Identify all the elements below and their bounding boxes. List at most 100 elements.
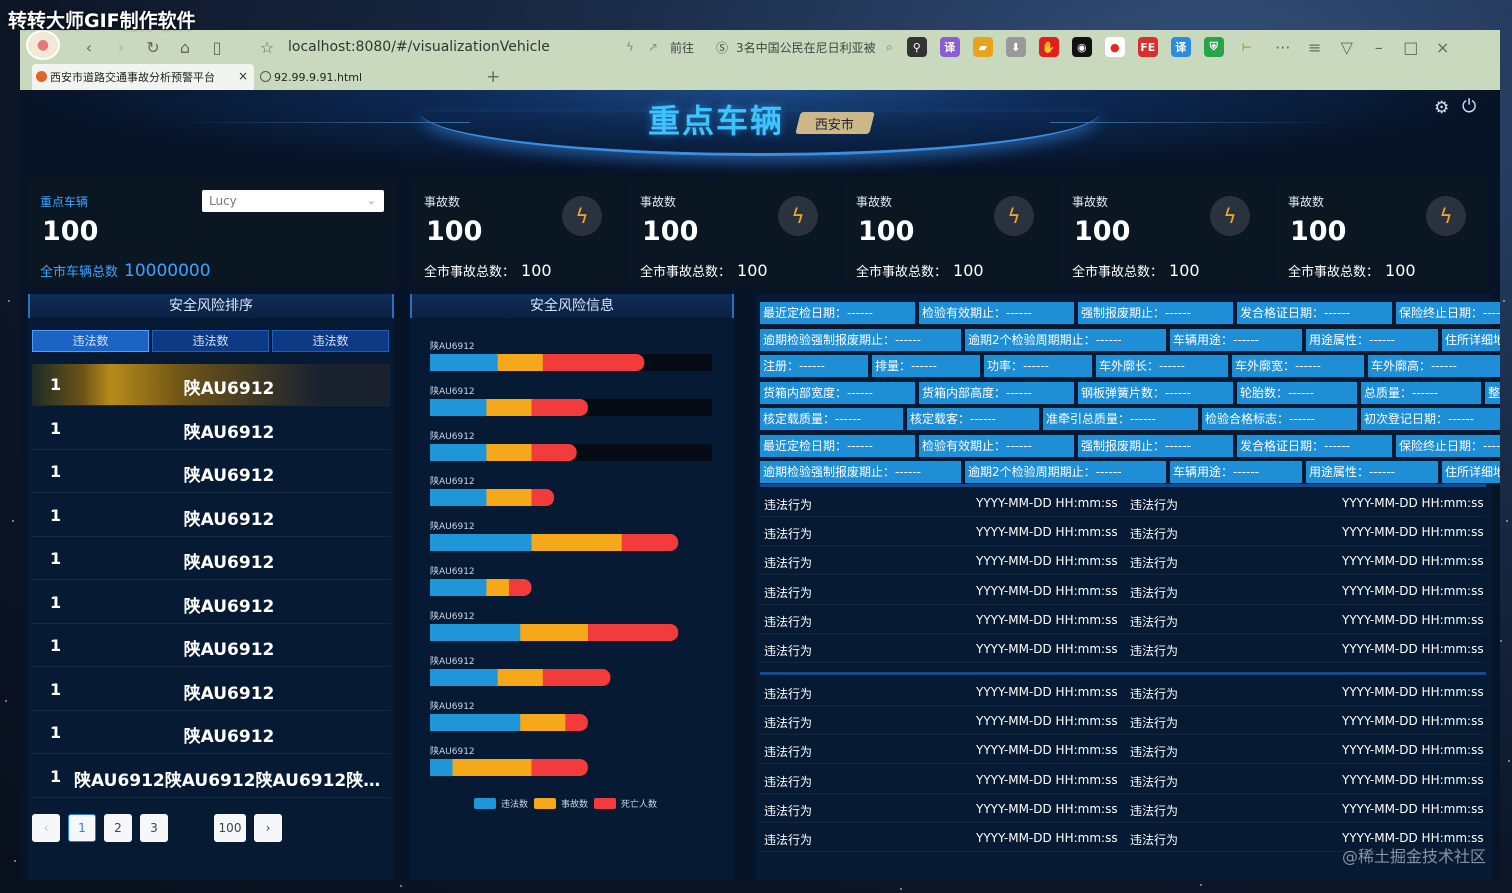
back-icon[interactable]: ‹ xyxy=(76,34,102,60)
bar-segment[interactable] xyxy=(531,534,623,551)
search-engine-icon[interactable]: Ⓢ xyxy=(716,39,728,56)
news-ticker[interactable]: 3名中国公民在尼日利亚被 xyxy=(736,39,880,56)
table-row[interactable]: 违法行为 YYYY-MM-DD HH:mm:ss 违法行为 YYYY-MM-DD HH… xyxy=(760,546,1486,576)
reload-icon[interactable]: ↻ xyxy=(140,34,166,60)
bar-segment[interactable] xyxy=(587,624,679,641)
page-button-last[interactable]: 100 xyxy=(214,814,246,842)
extension-icon[interactable]: ⚲ xyxy=(906,37,927,57)
menu-icon[interactable]: ≡ xyxy=(1302,34,1328,60)
bar-segment[interactable] xyxy=(430,354,499,371)
rank-tab-3[interactable]: 违法数 xyxy=(272,330,389,352)
bar-segment[interactable] xyxy=(486,489,533,506)
legend-label[interactable]: 违法数 xyxy=(501,798,528,810)
rank-row[interactable]: 1 陕AU6912 xyxy=(32,451,390,493)
reader-icon[interactable]: ▯ xyxy=(204,34,230,60)
city-badge[interactable]: 西安市 xyxy=(795,112,875,134)
shirt-icon[interactable]: ▽ xyxy=(1334,34,1360,60)
tab-active[interactable]: 西安市道路交通事故分析预警平台 × xyxy=(32,64,254,90)
bar-segment[interactable] xyxy=(486,444,533,461)
minimize-icon[interactable]: – xyxy=(1366,34,1392,60)
translate2-extension-icon[interactable]: 译 xyxy=(1170,37,1191,57)
bar-segment[interactable] xyxy=(497,354,544,371)
bar-segment[interactable] xyxy=(520,714,567,731)
legend-label[interactable]: 死亡人数 xyxy=(621,798,657,810)
rank-row[interactable]: 1 陕AU6912 xyxy=(32,582,390,624)
table-row[interactable]: 违法行为 YYYY-MM-DD HH:mm:ss 违法行为 YYYY-MM-DD HH… xyxy=(760,794,1486,823)
table-row[interactable]: 违法行为 YYYY-MM-DD HH:mm:ss 违法行为 YYYY-MM-DD HH… xyxy=(760,765,1486,794)
bar-segment[interactable] xyxy=(430,624,522,641)
page-title: 重点车辆 xyxy=(648,102,785,140)
power-icon[interactable]: ⏻ xyxy=(1462,96,1476,117)
legend-swatch[interactable] xyxy=(594,798,616,809)
lightning-icon[interactable]: ϟ xyxy=(626,40,634,54)
tab-inactive[interactable]: 92.99.9.91.html xyxy=(256,64,478,90)
star-icon[interactable]: ☆ xyxy=(254,34,280,60)
translate-extension-icon[interactable]: 译 xyxy=(939,37,960,57)
more-icon[interactable]: ··· xyxy=(1270,34,1296,60)
bar-segment[interactable] xyxy=(430,579,488,596)
prev-page-button[interactable]: ‹ xyxy=(32,814,60,842)
table-row[interactable]: 违法行为 YYYY-MM-DD HH:mm:ss 违法行为 YYYY-MM-DD HH… xyxy=(760,488,1486,517)
search-icon[interactable]: ⌕ xyxy=(886,40,893,55)
bar-segment[interactable] xyxy=(430,399,488,416)
bar-segment[interactable] xyxy=(430,489,488,506)
bar-segment[interactable] xyxy=(520,624,589,641)
maximize-icon[interactable]: □ xyxy=(1398,34,1424,60)
mask-extension-icon[interactable]: ◉ xyxy=(1071,37,1092,57)
table-row[interactable]: 违法行为 YYYY-MM-DD HH:mm:ss 违法行为 YYYY-MM-DD HH… xyxy=(760,517,1486,547)
gear-icon[interactable]: ⚙ xyxy=(1434,98,1449,118)
bar-segment[interactable] xyxy=(542,354,645,371)
fe-extension-icon[interactable]: FE xyxy=(1137,37,1158,57)
record-extension-icon[interactable]: ● xyxy=(1104,37,1125,57)
forward-icon[interactable]: › xyxy=(108,34,134,60)
rank-row[interactable]: 1 陕AU6912陕AU6912陕AU6912陕AU... xyxy=(32,756,390,798)
legend-label[interactable]: 事故数 xyxy=(561,798,588,810)
share-icon[interactable]: ↗ xyxy=(648,40,658,54)
bar-segment xyxy=(531,444,542,461)
profile-avatar[interactable]: ● xyxy=(26,30,60,60)
ruler-extension-icon[interactable]: ⊢ xyxy=(1237,37,1257,57)
bar-segment[interactable] xyxy=(542,669,611,686)
table-row[interactable]: 违法行为 YYYY-MM-DD HH:mm:ss 违法行为 YYYY-MM-DD HH… xyxy=(760,706,1486,736)
download-extension-icon[interactable]: ⬇ xyxy=(1005,37,1026,57)
rank-tab-1[interactable]: 违法数 xyxy=(32,330,149,352)
rank-row[interactable]: 1 陕AU6912 xyxy=(32,495,390,537)
close-window-icon[interactable]: × xyxy=(1430,34,1456,60)
rank-row[interactable]: 1 陕AU6912 xyxy=(32,625,390,667)
rank-row[interactable]: 1 陕AU6912 xyxy=(32,538,390,580)
page-button-1[interactable]: 1 xyxy=(68,814,96,842)
rank-tab-2[interactable]: 违法数 xyxy=(152,330,269,352)
bar-segment[interactable] xyxy=(430,534,533,551)
page-button-3[interactable]: 3 xyxy=(140,814,168,842)
bar-segment[interactable] xyxy=(430,759,454,776)
goto-button[interactable]: 前往 xyxy=(670,39,694,56)
shield-extension-icon[interactable]: ⛨ xyxy=(1203,37,1224,57)
rank-row[interactable]: 1 陕AU6912 xyxy=(32,364,390,406)
table-row[interactable]: 违法行为 YYYY-MM-DD HH:mm:ss 违法行为 YYYY-MM-DD HH… xyxy=(760,576,1486,605)
table-row[interactable]: 违法行为 YYYY-MM-DD HH:mm:ss 违法行为 YYYY-MM-DD HH… xyxy=(760,634,1486,663)
rank-row[interactable]: 1 陕AU6912 xyxy=(32,712,390,754)
table-row[interactable]: 违法行为 YYYY-MM-DD HH:mm:ss 违法行为 YYYY-MM-DD HH… xyxy=(760,735,1486,765)
legend-swatch[interactable] xyxy=(534,798,556,809)
legend-swatch[interactable] xyxy=(474,798,496,809)
home-icon[interactable]: ⌂ xyxy=(172,34,198,60)
tab-close-icon[interactable]: × xyxy=(238,69,248,83)
table-row[interactable]: 违法行为 YYYY-MM-DD HH:mm:ss 违法行为 YYYY-MM-DD HH… xyxy=(760,677,1486,706)
rank-row[interactable]: 1 陕AU6912 xyxy=(32,408,390,450)
bar-segment[interactable] xyxy=(430,714,522,731)
page-button-2[interactable]: 2 xyxy=(104,814,132,842)
table-row[interactable]: 违法行为 YYYY-MM-DD HH:mm:ss 违法行为 YYYY-MM-DD HH… xyxy=(760,605,1486,634)
vehicle-select[interactable]: Lucy ⌄ xyxy=(202,190,384,212)
bar-segment[interactable] xyxy=(497,669,544,686)
address-bar[interactable]: localhost:8080/#/visualizationVehicle xyxy=(288,39,550,55)
bar-segment[interactable] xyxy=(430,669,499,686)
rank-row[interactable]: 1 陕AU6912 xyxy=(32,669,390,711)
bar-segment[interactable] xyxy=(486,579,510,596)
adblock-extension-icon[interactable]: ✋ xyxy=(1038,37,1059,57)
bar-segment[interactable] xyxy=(452,759,533,776)
new-tab-button[interactable]: + xyxy=(486,67,500,87)
folder-extension-icon[interactable]: ▰ xyxy=(972,37,993,57)
bar-segment[interactable] xyxy=(430,444,488,461)
bar-segment[interactable] xyxy=(486,399,533,416)
next-page-button[interactable]: › xyxy=(254,814,282,842)
